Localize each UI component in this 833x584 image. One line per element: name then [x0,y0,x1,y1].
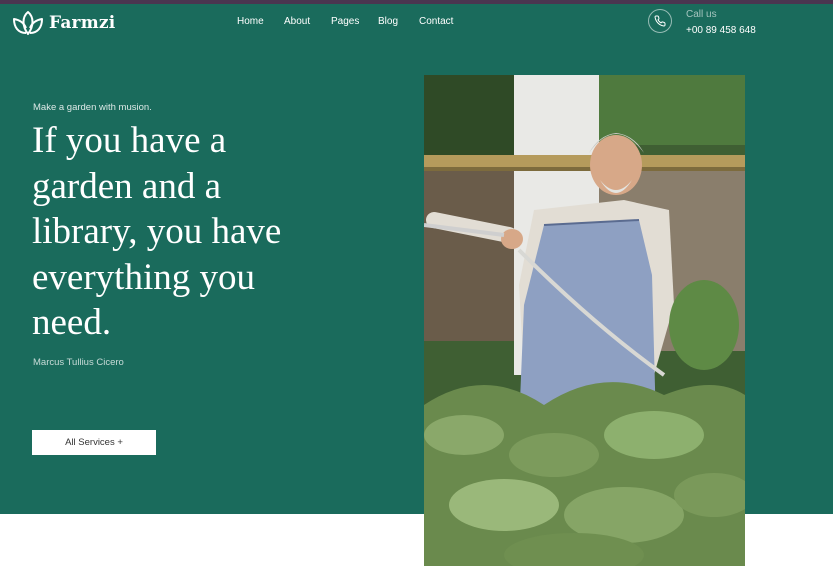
quote-author: Marcus Tullius Cicero [33,357,124,368]
call-us-label: Call us [686,9,717,20]
all-services-button[interactable]: All Services + [32,430,156,455]
nav-contact[interactable]: Contact [419,16,453,27]
gardener-photo [424,75,745,566]
nav-pages[interactable]: Pages [331,16,359,27]
phone-icon [648,9,672,33]
nav-home[interactable]: Home [237,16,264,27]
hero-tagline: Make a garden with musion. [33,102,152,113]
nav-about[interactable]: About [284,16,310,27]
nav-blog[interactable]: Blog [378,16,398,27]
hero-headline: If you have a garden and a library, you … [32,120,282,343]
phone-number[interactable]: +00 89 458 648 [686,25,756,36]
